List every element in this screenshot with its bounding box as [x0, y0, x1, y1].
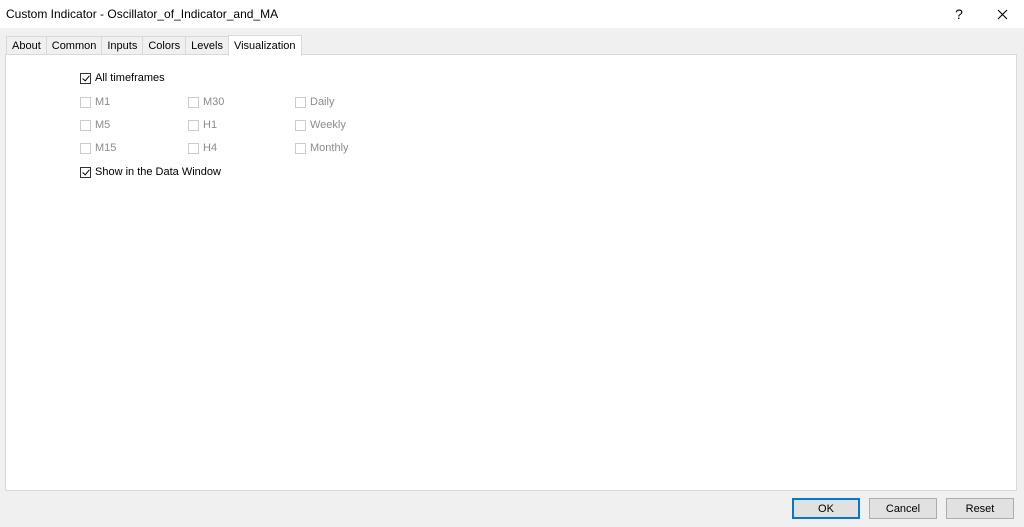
tab-strip: About Common Inputs Colors Levels Visual…	[6, 35, 302, 56]
checkbox-box[interactable]	[80, 166, 91, 178]
timeframe-m15-checkbox[interactable]: M15	[80, 142, 116, 154]
dialog-window: Custom Indicator - Oscillator_of_Indicat…	[0, 0, 1024, 527]
tab-levels[interactable]: Levels	[185, 36, 229, 55]
close-icon	[997, 9, 1007, 19]
tab-label: Colors	[148, 40, 181, 52]
tab-label: Levels	[191, 40, 223, 52]
checkbox-box[interactable]	[80, 72, 91, 84]
checkbox-label: Daily	[310, 96, 335, 108]
checkbox-box[interactable]	[188, 96, 199, 108]
checkbox-box[interactable]	[188, 142, 199, 154]
checkbox-label: M30	[203, 96, 225, 108]
close-button[interactable]	[980, 0, 1024, 28]
checkbox-box[interactable]	[80, 96, 91, 108]
cancel-button[interactable]: Cancel	[869, 498, 937, 519]
checkbox-box[interactable]	[295, 142, 306, 154]
checkbox-box[interactable]	[80, 119, 91, 131]
checkbox-label: M15	[95, 142, 117, 154]
reset-button[interactable]: Reset	[946, 498, 1014, 519]
checkbox-label: M5	[95, 119, 111, 131]
timeframe-m5-checkbox[interactable]: M5	[80, 119, 110, 131]
timeframe-daily-checkbox[interactable]: Daily	[295, 96, 334, 108]
timeframe-h1-checkbox[interactable]: H1	[188, 119, 217, 131]
checkbox-label: All timeframes	[95, 72, 165, 84]
window-title: Custom Indicator - Oscillator_of_Indicat…	[6, 7, 279, 21]
checkbox-label: H1	[203, 119, 218, 131]
timeframe-m30-checkbox[interactable]: M30	[188, 96, 224, 108]
checkbox-label: Weekly	[310, 119, 346, 131]
tab-colors[interactable]: Colors	[142, 36, 187, 55]
help-button[interactable]: ?	[937, 0, 981, 28]
show-data-window-checkbox[interactable]: Show in the Data Window	[80, 166, 221, 178]
checkbox-box[interactable]	[295, 96, 306, 108]
timeframe-h4-checkbox[interactable]: H4	[188, 142, 217, 154]
timeframe-m1-checkbox[interactable]: M1	[80, 96, 110, 108]
tab-label: Visualization	[233, 40, 296, 52]
tab-label: About	[12, 40, 41, 52]
tab-visualization[interactable]: Visualization	[227, 35, 302, 56]
all-timeframes-checkbox[interactable]: All timeframes	[80, 72, 165, 84]
checkbox-box[interactable]	[80, 142, 91, 154]
checkbox-label: H4	[203, 142, 218, 154]
tab-label: Common	[51, 40, 97, 52]
checkbox-box[interactable]	[188, 119, 199, 131]
tab-inputs[interactable]: Inputs	[101, 36, 144, 55]
ok-button[interactable]: OK	[792, 498, 860, 519]
visualization-panel: All timeframes M1 M5 M15 M30 H1 H4 Daily…	[5, 54, 1017, 491]
checkbox-label: M1	[95, 96, 111, 108]
checkbox-box[interactable]	[295, 119, 306, 131]
checkbox-label: Show in the Data Window	[95, 166, 221, 178]
tab-label: Inputs	[107, 40, 138, 52]
timeframe-monthly-checkbox[interactable]: Monthly	[295, 142, 349, 154]
checkbox-label: Monthly	[310, 142, 349, 154]
title-bar: Custom Indicator - Oscillator_of_Indicat…	[0, 0, 1024, 28]
tab-common[interactable]: Common	[45, 36, 103, 55]
help-icon: ?	[955, 6, 963, 22]
tab-about[interactable]: About	[6, 36, 47, 55]
timeframe-weekly-checkbox[interactable]: Weekly	[295, 119, 346, 131]
